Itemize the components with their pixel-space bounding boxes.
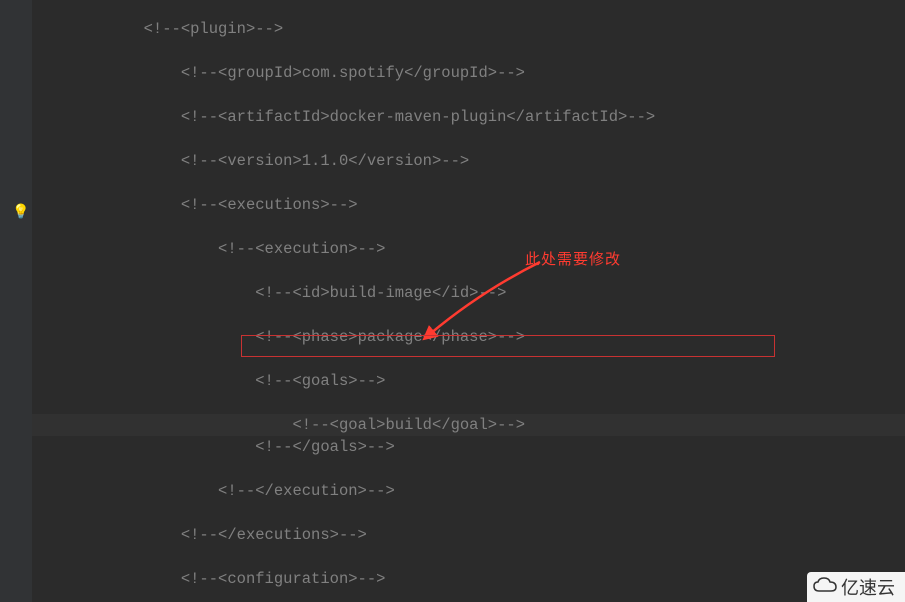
indent (32, 482, 218, 500)
current-line-highlight: <!--<goal>build</goal>--> (32, 414, 905, 436)
indent (32, 438, 255, 456)
indent (32, 108, 181, 126)
code-text: <!--<artifactId>docker-maven-plugin</art… (181, 108, 655, 126)
code-text: <!--</goals>--> (255, 438, 395, 456)
cloud-icon (813, 577, 837, 598)
code-text: <!--</executions>--> (181, 526, 367, 544)
indent (32, 152, 181, 170)
code-text: <!--</execution>--> (218, 482, 395, 500)
code-text: <!--<phase>package</phase>--> (255, 328, 525, 346)
code-text: <!--<goals>--> (255, 372, 385, 390)
indent (32, 372, 255, 390)
code-editor[interactable]: <!--<plugin>--> <!--<groupId>com.spotify… (32, 0, 905, 602)
indent (32, 64, 181, 82)
watermark-text: 亿速云 (841, 574, 895, 600)
indent (32, 20, 144, 38)
code-text: <!--<goal>build</goal>--> (292, 416, 525, 434)
editor-gutter: 💡 (0, 0, 32, 602)
code-text: <!--<executions>--> (181, 196, 358, 214)
code-text: <!--<groupId>com.spotify</groupId>--> (181, 64, 525, 82)
code-text: <!--<configuration>--> (181, 570, 386, 588)
annotation-label: 此处需要修改 (525, 248, 621, 269)
indent (32, 570, 181, 588)
code-text: <!--<plugin>--> (144, 20, 284, 38)
indent (32, 416, 292, 434)
watermark: 亿速云 (807, 572, 905, 602)
code-text: <!--<execution>--> (218, 240, 385, 258)
indent (32, 240, 218, 258)
indent (32, 284, 255, 302)
indent (32, 526, 181, 544)
indent (32, 328, 255, 346)
code-text: <!--<id>build-image</id>--> (255, 284, 506, 302)
intention-bulb-icon[interactable]: 💡 (12, 204, 29, 221)
code-text: <!--<version>1.1.0</version>--> (181, 152, 469, 170)
indent (32, 196, 181, 214)
